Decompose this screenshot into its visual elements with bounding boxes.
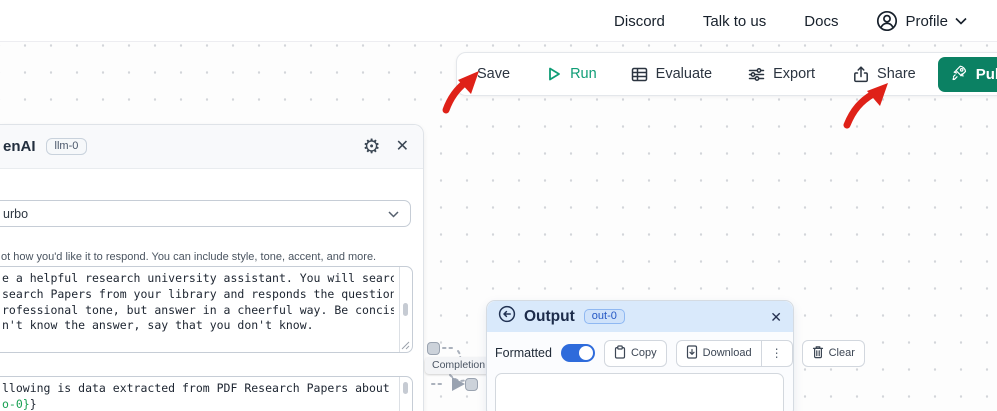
top-nav-links: Discord Talk to us Docs Profile [614, 0, 967, 42]
system-prompt-line: e a helpful research university assistan… [2, 271, 394, 285]
profile-icon [876, 10, 898, 32]
output-controls-row: Formatted Copy Download ⋮ Clear [495, 338, 865, 368]
sliders-icon [748, 66, 765, 83]
prompt-textarea[interactable]: llowing is data extracted from PDF Resea… [0, 376, 413, 411]
profile-label: Profile [905, 12, 948, 30]
share-icon [853, 65, 869, 83]
download-icon [686, 344, 698, 362]
llm-close-icon[interactable]: ✕ [396, 138, 409, 155]
system-prompt-line: n't know the answer, say that you don't … [2, 318, 314, 333]
download-button-group: Download ⋮ [675, 339, 793, 367]
model-select-value: urbo [3, 206, 29, 221]
system-prompt-textarea[interactable]: e a helpful research university assistan… [0, 266, 413, 353]
more-options-button[interactable]: ⋮ [760, 340, 792, 366]
export-button[interactable]: Export [748, 66, 815, 83]
save-label: Save [477, 66, 511, 82]
formatted-label: Formatted [495, 346, 552, 360]
completion-label-text: Completion [432, 359, 486, 371]
textarea-scrollbar[interactable] [399, 377, 412, 411]
llm-node-id-badge: llm-0 [45, 138, 88, 155]
nav-discord[interactable]: Discord [614, 13, 665, 30]
trash-icon [812, 345, 824, 362]
output-connector-handle[interactable] [427, 342, 440, 355]
settings-gear-icon[interactable]: ⚙ [363, 137, 381, 157]
resize-handle[interactable] [401, 341, 410, 350]
evaluate-label: Evaluate [655, 66, 713, 82]
input-connector-handle[interactable] [465, 378, 478, 391]
rocket-icon [951, 64, 968, 85]
completion-connector-label: Completion [425, 357, 493, 374]
evaluate-button[interactable]: Evaluate [631, 66, 712, 83]
clear-button[interactable]: Clear [801, 339, 865, 367]
formatted-toggle[interactable] [560, 344, 595, 362]
publish-button[interactable]: Publish [937, 56, 997, 92]
save-button[interactable]: Save [477, 66, 510, 82]
llm-node-panel: enAI llm-0 ⚙ ✕ urbo ot how you'd like it… [0, 124, 424, 411]
connector-arrow-icon [452, 377, 465, 391]
template-variable: o-0} [2, 396, 30, 411]
app-stage: Discord Talk to us Docs Profile Save Run… [0, 0, 997, 411]
system-prompt-hint: ot how you'd like it to respond. You can… [1, 251, 377, 263]
canvas-toolbar: Save Run Evaluate Export Share Pu [456, 52, 997, 96]
publish-label: Publish [975, 65, 997, 83]
share-label: Share [877, 66, 916, 82]
profile-menu[interactable]: Profile [876, 10, 967, 32]
system-prompt-line: rofessional tone, but answer in a cheerf… [2, 302, 394, 317]
prompt-line: o-0}} [2, 396, 37, 411]
run-label: Run [570, 66, 597, 82]
chevron-down-icon [955, 17, 967, 25]
nav-docs[interactable]: Docs [804, 13, 838, 30]
model-select[interactable]: urbo [0, 200, 411, 227]
textarea-scrollbar[interactable] [399, 267, 412, 352]
nav-talk-to-us[interactable]: Talk to us [703, 13, 766, 30]
llm-node-header[interactable]: enAI llm-0 ⚙ ✕ [0, 125, 423, 169]
output-node-id-badge: out-0 [583, 309, 625, 324]
copy-icon [614, 344, 626, 362]
export-label: Export [773, 66, 816, 82]
run-button[interactable]: Run [546, 66, 597, 82]
download-label: Download [702, 347, 752, 359]
output-node-panel: Output out-0 ✕ Formatted Copy Download ⋮… [486, 300, 865, 411]
back-arrow-icon[interactable] [498, 305, 516, 328]
clear-label: Clear [828, 347, 855, 359]
top-navigation: Discord Talk to us Docs Profile [0, 0, 997, 42]
output-node-title: Output [524, 307, 575, 325]
run-play-icon [546, 66, 562, 82]
download-button[interactable]: Download [677, 341, 761, 366]
kebab-icon: ⋮ [770, 346, 783, 360]
system-prompt-line: search Papers from your library and resp… [2, 286, 394, 301]
table-icon [631, 66, 648, 83]
llm-node-title: enAI [3, 138, 36, 155]
output-close-icon[interactable]: ✕ [770, 310, 782, 324]
share-button[interactable]: Share [853, 65, 916, 83]
copy-button[interactable]: Copy [603, 339, 667, 367]
select-chevron-down-icon [388, 211, 399, 218]
copy-label: Copy [630, 347, 657, 359]
output-node-header[interactable]: Output out-0 ✕ [487, 301, 793, 332]
prompt-line: llowing is data extracted from PDF Resea… [2, 381, 394, 395]
output-content-area[interactable] [495, 373, 784, 411]
